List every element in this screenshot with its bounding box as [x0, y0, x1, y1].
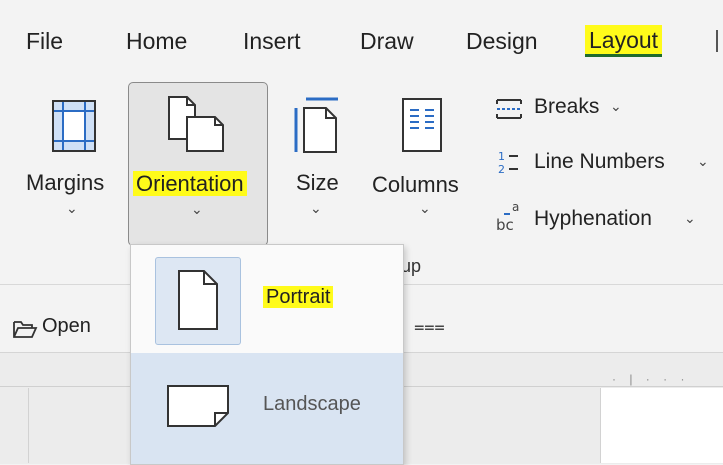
orientation-chevron-icon: ⌄ — [191, 201, 203, 217]
hyphenation-button[interactable]: a bc Hyphenation ⌄ — [490, 198, 723, 236]
landscape-page-icon — [167, 385, 229, 427]
breaks-icon — [496, 99, 522, 119]
size-label: Size — [296, 170, 339, 195]
size-chevron-icon: ⌄ — [310, 200, 322, 216]
document-page[interactable] — [600, 388, 723, 463]
hyphenation-chevron-icon: ⌄ — [684, 210, 696, 226]
columns-chevron-icon: ⌄ — [419, 200, 431, 216]
orientation-dropdown: Portrait Landscape — [130, 244, 404, 465]
portrait-icon-frame — [155, 257, 241, 345]
columns-label: Columns — [372, 172, 459, 197]
breaks-button[interactable]: Breaks ⌄ — [490, 94, 720, 124]
ruler-ticks: · | · · · — [612, 372, 690, 386]
orientation-option-landscape[interactable]: Landscape — [131, 353, 403, 464]
svg-text:bc: bc — [496, 216, 514, 234]
hyphenation-icon: a bc — [496, 200, 519, 234]
customize-toolbar-icon[interactable]: ⩶ — [414, 316, 445, 337]
tab-overflow-edge — [716, 30, 718, 52]
page-left-edge — [28, 388, 29, 463]
tab-file[interactable]: File — [26, 28, 63, 55]
tab-layout[interactable]: Layout — [585, 25, 663, 57]
open-label: Open — [42, 315, 91, 337]
tab-home[interactable]: Home — [126, 28, 187, 55]
columns-icon — [402, 98, 442, 152]
orientation-label: Orientation — [133, 171, 247, 197]
open-button[interactable]: Open — [12, 314, 132, 344]
orientation-option-portrait[interactable]: Portrait — [131, 245, 403, 353]
folder-open-icon — [13, 321, 38, 338]
margins-chevron-icon: ⌄ — [66, 200, 78, 216]
orientation-icon — [168, 96, 224, 152]
margins-icon — [52, 100, 96, 152]
svg-text:1: 1 — [498, 150, 505, 163]
line-numbers-icon: 1 2 — [498, 150, 518, 176]
ribbon-tab-bar: File Home Insert Draw Design Layout — [0, 0, 723, 80]
line-numbers-label: Line Numbers — [534, 150, 665, 173]
landscape-label: Landscape — [263, 393, 361, 415]
line-numbers-button[interactable]: 1 2 Line Numbers ⌄ — [490, 146, 723, 178]
svg-text:a: a — [512, 200, 519, 214]
size-icon — [294, 97, 338, 153]
tab-insert[interactable]: Insert — [243, 28, 301, 55]
margins-label: Margins — [26, 170, 105, 195]
svg-text:2: 2 — [498, 163, 505, 176]
portrait-label: Portrait — [263, 286, 334, 309]
tab-design[interactable]: Design — [466, 28, 538, 55]
tab-draw[interactable]: Draw — [360, 28, 414, 55]
hyphenation-label: Hyphenation — [534, 207, 652, 230]
orientation-button[interactable]: Orientation ⌄ — [128, 82, 268, 246]
breaks-label: Breaks — [534, 95, 600, 118]
page-setup-group-label: up — [401, 256, 422, 276]
portrait-page-icon — [178, 270, 218, 330]
breaks-chevron-icon: ⌄ — [610, 98, 622, 114]
line-numbers-chevron-icon: ⌄ — [697, 153, 709, 169]
